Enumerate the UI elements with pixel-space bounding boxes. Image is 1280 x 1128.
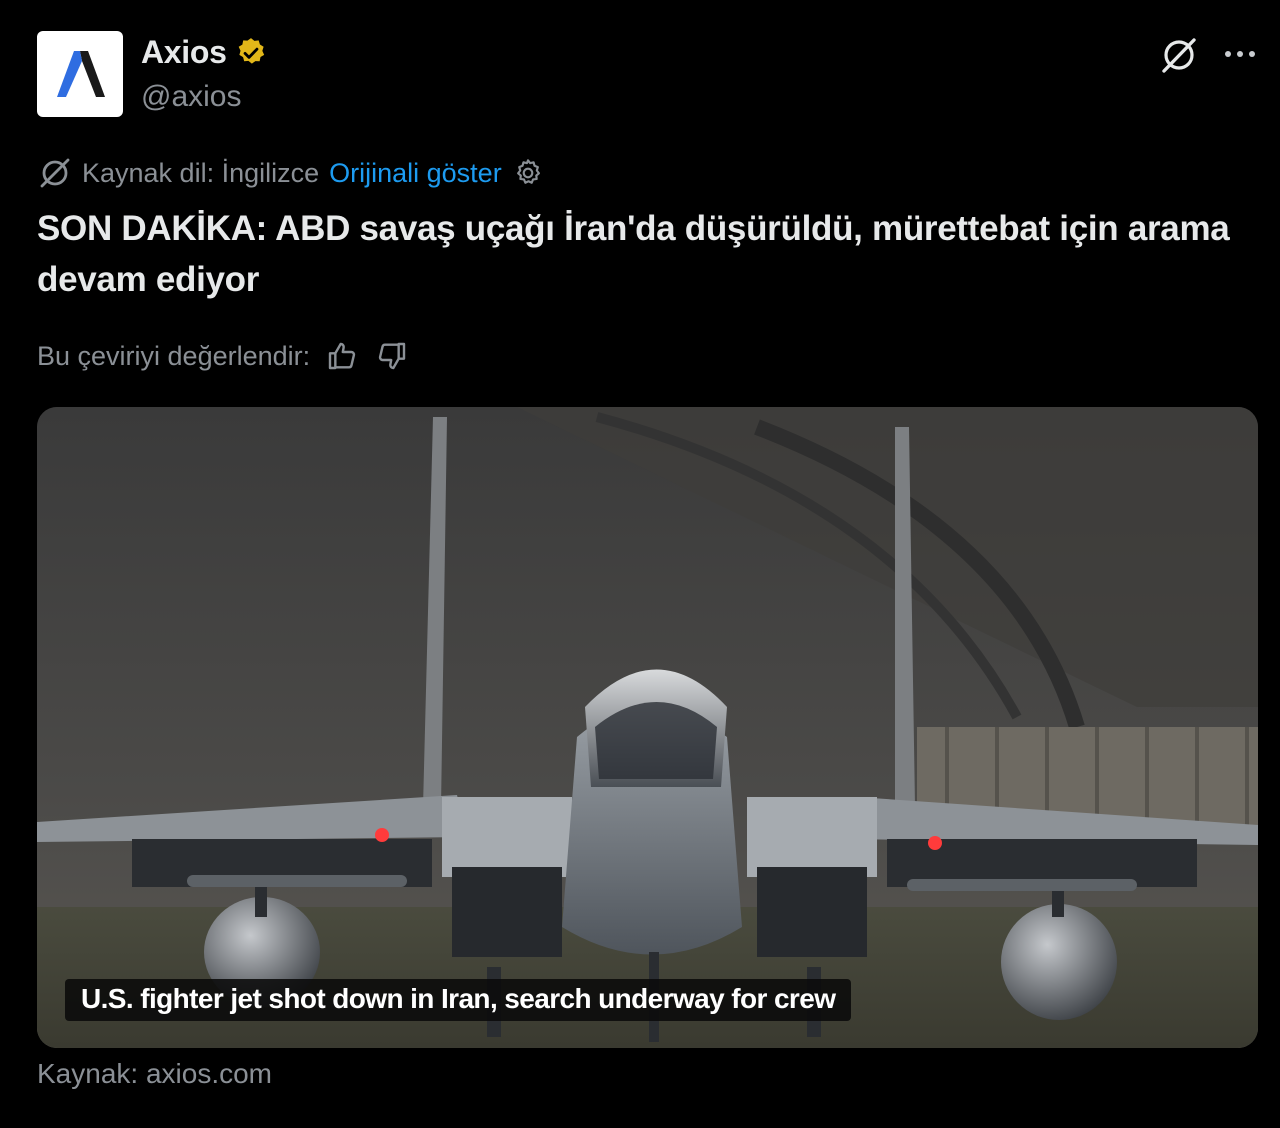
media-caption: U.S. fighter jet shot down in Iran, sear… <box>65 979 852 1021</box>
thumbs-down-icon <box>378 342 406 370</box>
avatar[interactable] <box>37 31 123 117</box>
source-language-label: Kaynak dil: İngilizce <box>82 157 320 188</box>
show-original-link[interactable]: Orijinali göster <box>329 158 502 189</box>
rate-translation-label: Bu çeviriyi değerlendir: <box>37 340 311 371</box>
verified-badge-icon <box>233 35 269 71</box>
thumbs-up-icon <box>328 342 356 370</box>
rate-translation-row: Bu çeviriyi değerlendir: <box>37 338 410 374</box>
tweet-card: Axios @axios Kaynak dil: İngilizce Oriji… <box>0 0 1280 1128</box>
grok-icon <box>1162 38 1196 73</box>
thumbs-down-button[interactable] <box>374 338 410 374</box>
tweet-text: SON DAKİKA: ABD savaş uçağı İran'da düşü… <box>37 209 1230 299</box>
author-name-row[interactable]: Axios <box>141 34 269 71</box>
author-handle[interactable]: @axios <box>141 80 242 114</box>
author-name[interactable]: Axios <box>141 34 227 71</box>
translate-icon <box>40 158 70 188</box>
tweet-media-card[interactable]: U.S. fighter jet shot down in Iran, sear… <box>37 407 1258 1048</box>
axios-logo-icon <box>57 51 105 97</box>
more-options-icon <box>1225 51 1255 57</box>
translation-info-row: Kaynak dil: İngilizce Orijinali göster <box>38 156 544 190</box>
card-source-link[interactable]: Kaynak: axios.com <box>37 1058 272 1090</box>
more-options-button[interactable] <box>1220 36 1260 72</box>
gear-icon[interactable] <box>512 157 544 189</box>
fighter-jet-image <box>37 407 1258 1048</box>
thumbs-up-button[interactable] <box>324 338 360 374</box>
grok-button[interactable] <box>1158 34 1200 76</box>
